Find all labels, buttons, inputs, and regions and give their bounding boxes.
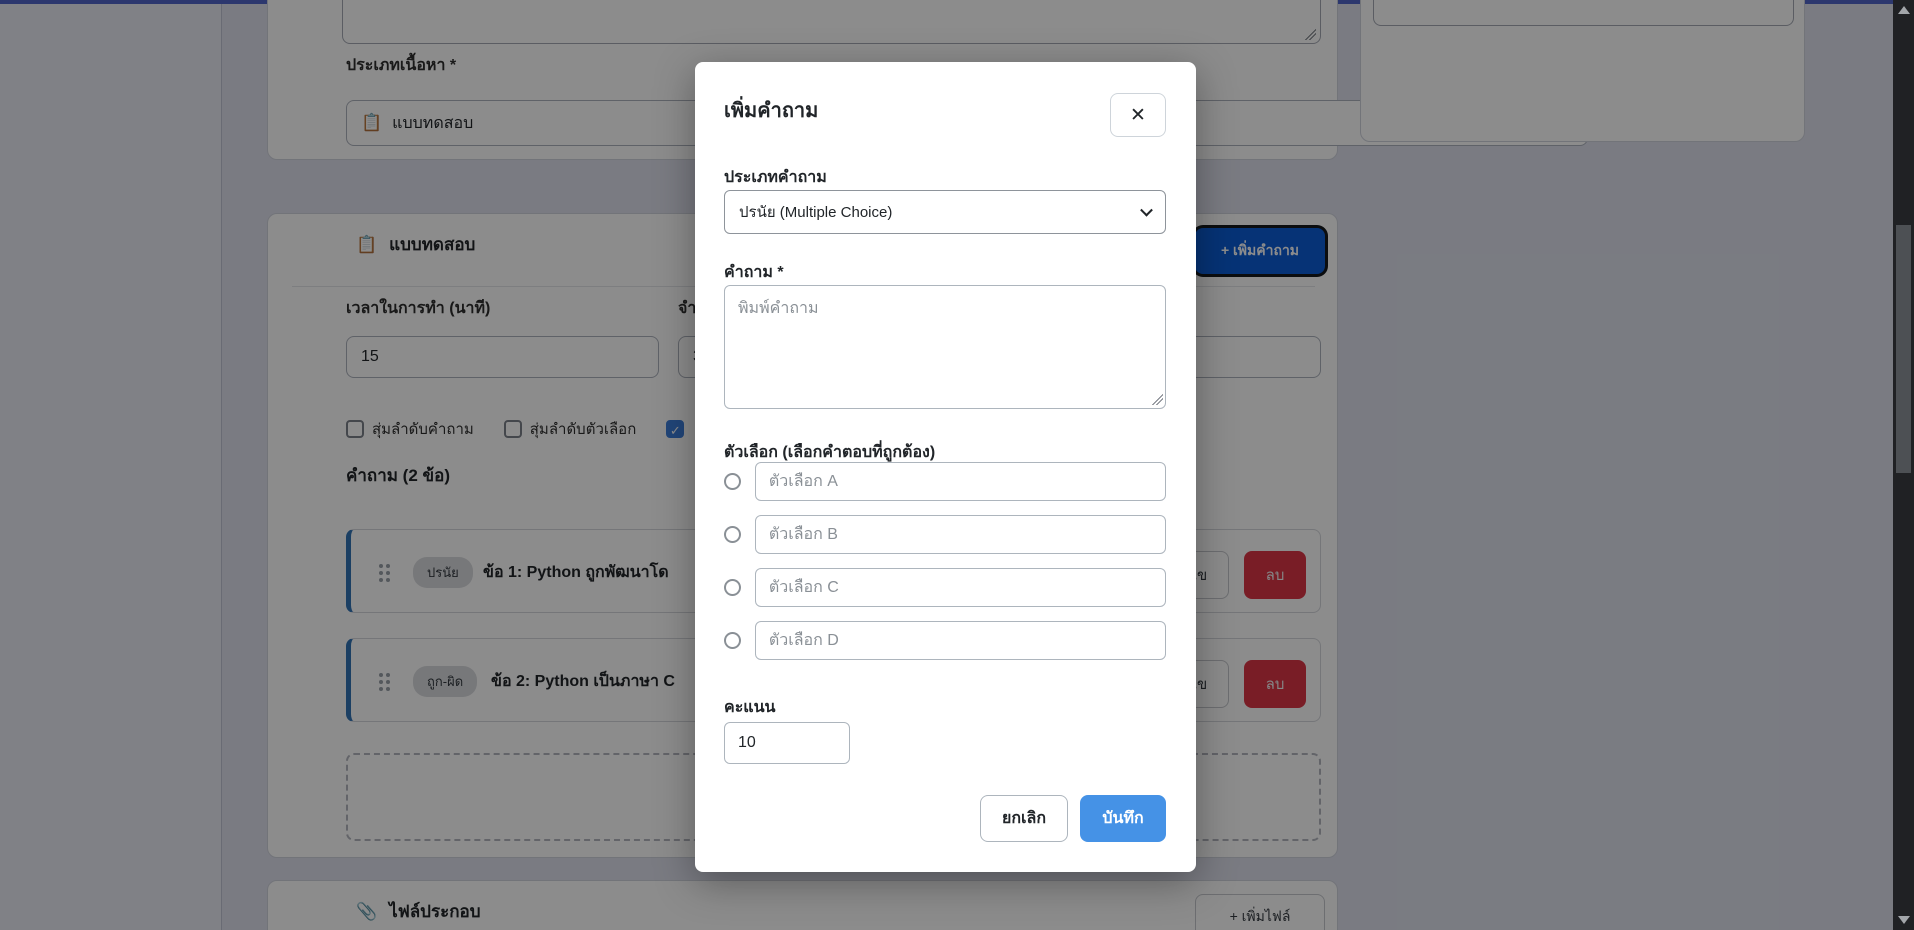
scrollbar-thumb[interactable] [1896, 225, 1911, 473]
cancel-button[interactable]: ยกเลิก [980, 795, 1068, 842]
option-row [724, 621, 1166, 660]
option-input[interactable] [755, 515, 1166, 554]
save-button[interactable]: บันทึก [1080, 795, 1166, 842]
option-radio[interactable] [724, 473, 741, 490]
browser-scrollbar[interactable] [1893, 0, 1914, 930]
question-label: คำถาม * [724, 260, 784, 285]
question-type-select[interactable]: ปรนัย (Multiple Choice) [724, 190, 1166, 234]
option-input[interactable] [755, 462, 1166, 501]
scroll-up-button[interactable] [1893, 1, 1914, 19]
add-question-modal: เพิ่มคำถาม ✕ ประเภทคำถาม ปรนัย (Multiple… [695, 62, 1196, 872]
score-input[interactable] [724, 722, 850, 764]
score-label: คะแนน [724, 695, 775, 720]
triangle-up-icon [1898, 6, 1910, 14]
option-radio[interactable] [724, 632, 741, 649]
option-input[interactable] [755, 568, 1166, 607]
modal-title: เพิ่มคำถาม [724, 94, 818, 126]
option-input[interactable] [755, 621, 1166, 660]
close-icon: ✕ [1130, 104, 1146, 127]
option-row [724, 462, 1166, 501]
option-row [724, 568, 1166, 607]
close-button[interactable]: ✕ [1110, 93, 1166, 137]
resize-grip-icon[interactable] [1152, 394, 1163, 405]
chevron-down-icon [1140, 204, 1153, 217]
question-type-label: ประเภทคำถาม [724, 165, 827, 190]
option-radio[interactable] [724, 526, 741, 543]
question-type-value: ปรนัย (Multiple Choice) [739, 200, 892, 224]
scroll-down-button[interactable] [1893, 911, 1914, 929]
triangle-down-icon [1898, 916, 1910, 924]
question-textarea[interactable] [724, 285, 1166, 409]
option-row [724, 515, 1166, 554]
option-radio[interactable] [724, 579, 741, 596]
